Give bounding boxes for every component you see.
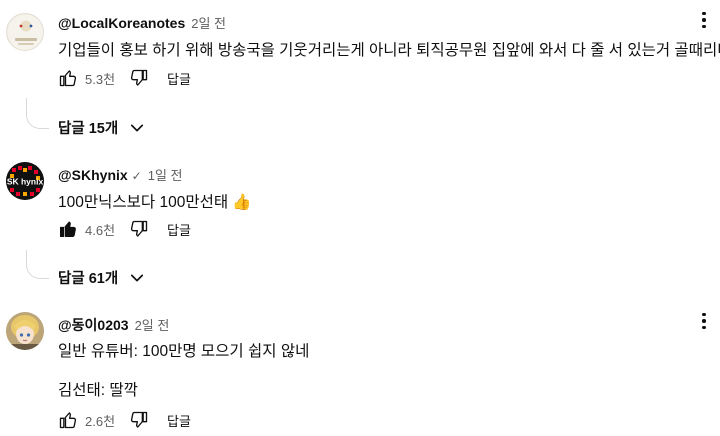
comment-author[interactable]: @LocalKoreanotes — [58, 15, 185, 31]
like-count: 2.6천 — [85, 413, 116, 429]
comment-author[interactable]: @SKhynix — [58, 167, 128, 183]
more-vert-icon[interactable] — [696, 310, 712, 332]
channel-logo-icon — [8, 15, 43, 50]
avatar[interactable] — [6, 13, 44, 51]
anime-character-avatar-icon — [6, 312, 44, 350]
thread-connector — [26, 250, 49, 279]
chevron-down-icon — [131, 274, 144, 281]
like-count: 5.3천 — [85, 71, 116, 87]
reply-button[interactable]: 답글 — [167, 69, 191, 88]
show-replies-button[interactable]: 답글 15개 — [58, 117, 146, 138]
show-replies-button[interactable]: 답글 61개 — [58, 267, 146, 288]
avatar[interactable]: SK hynix — [6, 162, 44, 200]
thumb-down-icon[interactable] — [129, 68, 149, 88]
verified-check-icon: ✓ — [131, 169, 142, 183]
channel-logo-icon: SK hynix — [6, 162, 44, 200]
thumb-up-icon[interactable] — [58, 68, 78, 88]
replies-label: 답글 15개 — [58, 121, 119, 137]
thumb-down-icon[interactable] — [129, 410, 149, 430]
reply-button[interactable]: 답글 — [167, 411, 191, 430]
comment-time[interactable]: 2일 전 — [135, 315, 170, 334]
avatar[interactable] — [6, 312, 44, 350]
like-count: 4.6천 — [85, 222, 116, 238]
chevron-down-icon — [131, 124, 144, 131]
thread-connector — [26, 98, 49, 129]
comment-author[interactable]: @동이0203 — [58, 315, 129, 335]
thumb-up-icon[interactable] — [58, 219, 78, 239]
comment-text-line: 일반 유튜버: 100만명 모으기 쉽지 않네 — [58, 343, 310, 360]
svg-text:SK hynix: SK hynix — [7, 177, 44, 187]
reply-button[interactable]: 답글 — [167, 220, 191, 239]
comment-time[interactable]: 2일 전 — [191, 13, 226, 32]
comment-time[interactable]: 1일 전 — [148, 165, 183, 184]
comment-text-line: 김선태: 딸깍 — [58, 382, 138, 399]
more-vert-icon[interactable] — [696, 9, 712, 31]
comment-text: 100만닉스보다 100만선태 👍 — [58, 194, 252, 211]
thumb-up-icon[interactable] — [58, 410, 78, 430]
replies-label: 답글 61개 — [58, 271, 119, 287]
thumb-down-icon[interactable] — [129, 219, 149, 239]
comment-text: 기업들이 홍보 하기 위해 방송국을 기웃거리는게 아니라 퇴직공무원 집앞에 … — [58, 42, 720, 59]
